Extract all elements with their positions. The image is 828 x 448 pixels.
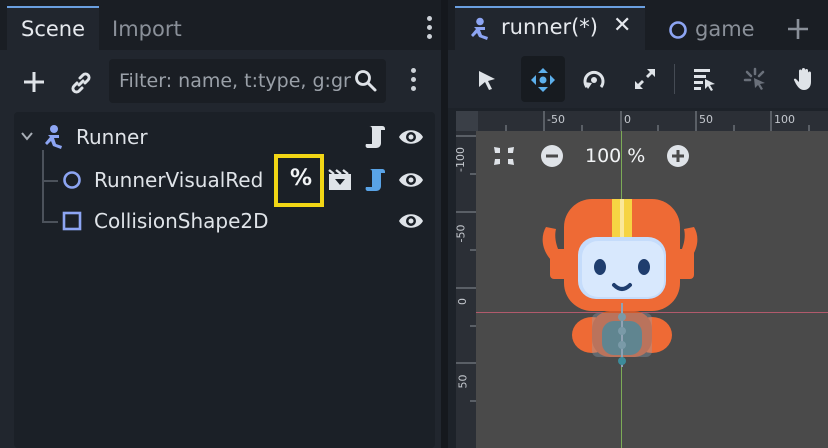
link-icon[interactable] [68, 70, 94, 96]
ruler-top-label: 50 [699, 113, 713, 126]
zoom-in-icon[interactable] [666, 144, 690, 168]
center-view-icon[interactable] [492, 144, 516, 168]
chevron-down-icon[interactable] [20, 129, 34, 143]
rotate-tool-icon[interactable] [581, 67, 607, 93]
runner-node-icon [45, 125, 62, 149]
visibility-eye-icon[interactable] [398, 169, 424, 191]
script-icon[interactable] [364, 124, 388, 150]
tab-runner-label: runner(*) [501, 15, 599, 39]
ruler-left-label: -100 [456, 147, 467, 172]
tree-node-runner-visual-red[interactable]: RunnerVisualRed [94, 166, 263, 194]
game-scene-icon [669, 21, 687, 39]
dock-splitter[interactable] [441, 0, 448, 448]
list-select-icon[interactable] [692, 67, 716, 91]
tree-guide-line [42, 150, 44, 223]
move-tool-icon[interactable] [530, 67, 556, 93]
ruler-top-label: 100 [774, 113, 795, 126]
node2d-circle-icon [63, 171, 81, 189]
tab-import[interactable]: Import [98, 8, 196, 50]
zoom-out-icon[interactable] [540, 144, 564, 168]
tree-guide-line [42, 221, 58, 223]
scene-menu-icon[interactable] [411, 68, 417, 95]
ruler-left-ticks [456, 135, 476, 402]
ruler-left-label: -50 [456, 224, 468, 243]
add-tab-icon[interactable] [786, 17, 810, 41]
toolbar-separator [674, 64, 675, 94]
ruler-left: -100 -50 0 50 [456, 131, 476, 448]
ruler-top-label: 0 [624, 113, 631, 126]
ruler-top: -50 0 50 100 [478, 111, 828, 131]
select-tool-icon[interactable] [476, 69, 498, 91]
search-icon[interactable] [354, 69, 378, 93]
collision-shape-icon [62, 211, 82, 231]
filter-input[interactable] [119, 59, 351, 103]
ruler-left-label: 0 [456, 298, 469, 305]
visibility-eye-icon[interactable] [398, 126, 424, 148]
dock-menu-icon[interactable] [427, 16, 433, 43]
ruler-top-label: -50 [547, 113, 565, 126]
close-icon[interactable]: ✕ [613, 12, 631, 40]
pan-tool-icon[interactable] [793, 67, 817, 91]
instanced-scene-icon[interactable] [327, 168, 353, 192]
scene-tabs-bar: runner(*) ✕ game [448, 0, 828, 50]
unique-name-symbol[interactable]: % [290, 165, 312, 193]
add-node-icon[interactable] [22, 70, 46, 94]
tab-scene[interactable]: Scene [7, 6, 100, 50]
filter-box [109, 59, 386, 103]
smart-snap-icon[interactable] [743, 67, 767, 91]
ruler-corner [456, 111, 478, 131]
tab-game[interactable]: game [695, 15, 755, 43]
visibility-eye-icon[interactable] [398, 210, 424, 232]
scale-tool-icon[interactable] [633, 67, 657, 91]
canvas-toolbar [448, 50, 828, 108]
tree-node-collision-shape-2d[interactable]: CollisionShape2D [94, 207, 269, 235]
robot-sprite[interactable] [536, 197, 708, 367]
tree-guide-line [42, 180, 58, 182]
runner-scene-icon [471, 17, 488, 40]
zoom-level[interactable]: 100 % [585, 143, 645, 169]
script-blue-icon[interactable] [364, 167, 388, 193]
tree-node-runner[interactable]: Runner [76, 123, 148, 151]
ruler-left-label: 50 [456, 374, 470, 389]
scene-tree [14, 112, 435, 448]
tab-runner[interactable]: runner(*) ✕ [455, 6, 645, 50]
scene-dock-tabs: Scene Import [0, 0, 441, 50]
